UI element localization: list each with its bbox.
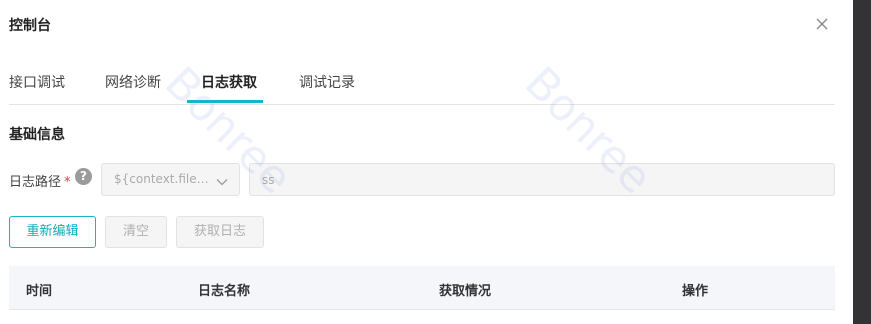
dialog-title: 控制台 <box>9 18 51 34</box>
select-value: ${context.files... <box>114 172 212 186</box>
console-dialog: 控制台 接口调试 网络诊断 日志获取 调试记录 基础信息 日志路径 * ? ${c… <box>0 0 853 324</box>
section-title: 基础信息 <box>9 127 65 143</box>
table-header: 时间 日志名称 获取情况 操作 <box>9 266 835 310</box>
chevron-down-icon <box>215 174 229 188</box>
tab-interface-debug[interactable]: 接口调试 <box>9 72 65 92</box>
question-circle-icon[interactable]: ? <box>75 168 92 185</box>
column-header-actions: 操作 <box>682 284 709 299</box>
required-mark: * <box>64 175 71 190</box>
log-path-select[interactable]: ${context.files... <box>101 163 240 196</box>
log-path-label-text: 日志路径 <box>9 175 62 190</box>
close-icon[interactable] <box>813 15 831 33</box>
clear-button[interactable]: 清空 <box>105 216 167 248</box>
background-overlay <box>853 0 871 324</box>
tab-network-diagnosis[interactable]: 网络诊断 <box>105 72 161 92</box>
column-header-log-name: 日志名称 <box>198 284 251 299</box>
re-edit-button[interactable]: 重新编辑 <box>9 216 96 248</box>
column-header-fetch-status: 获取情况 <box>439 284 492 299</box>
log-path-label: 日志路径 * <box>9 171 71 190</box>
fetch-log-button[interactable]: 获取日志 <box>176 216 264 248</box>
log-path-input[interactable] <box>249 163 835 196</box>
tab-bar: 接口调试 网络诊断 日志获取 调试记录 <box>9 60 835 105</box>
tab-debug-records[interactable]: 调试记录 <box>299 72 355 92</box>
active-tab-indicator <box>187 100 263 103</box>
tab-log-fetch[interactable]: 日志获取 <box>201 72 257 92</box>
column-header-time: 时间 <box>26 284 53 299</box>
